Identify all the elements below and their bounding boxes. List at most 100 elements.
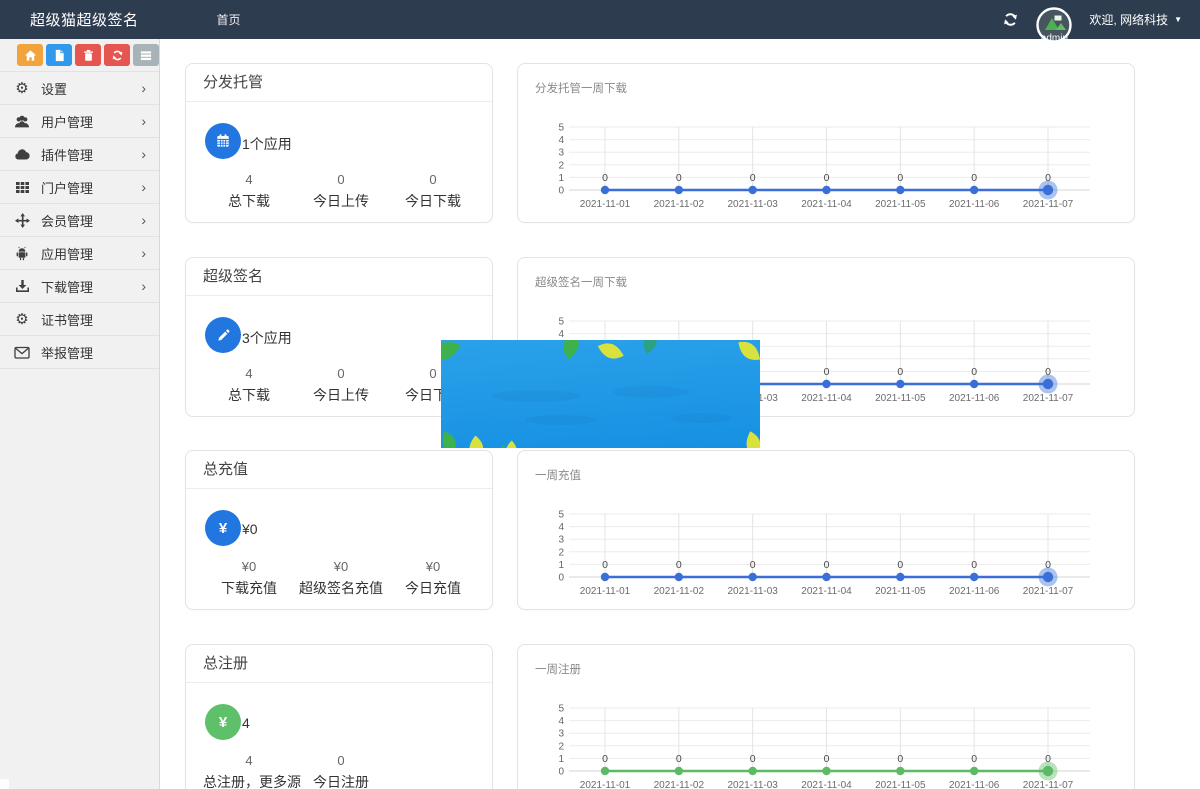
sidebar-item-member-mgmt[interactable]: 会员管理› [0,203,159,236]
toolbar-button-recycle[interactable] [104,44,130,66]
card-body: 1个应用 4总下载 0今日上传0今日下载 [186,102,492,223]
stat-value: ¥0 [387,559,479,574]
toolbar-button-trash[interactable] [75,44,101,66]
chart-title: 超级签名一周下载 [535,275,627,289]
sidebar-item-label: 应用管理 [41,244,93,263]
svg-text:0: 0 [1045,753,1051,765]
stat-column: 0今日下载 [387,172,479,211]
stat-label: 今日充值 [387,578,479,598]
card-body: ¥¥0¥0下载充值¥0超级签名充值¥0今日充值 [186,489,492,610]
svg-text:0: 0 [824,366,830,378]
sidebar-item-app-mgmt[interactable]: 应用管理 › [0,236,159,269]
cloud-icon [12,148,32,161]
stat-columns: ¥0下载充值¥0超级签名充值¥0今日充值 [203,559,479,598]
chevron-right-icon: › [141,81,146,95]
svg-text:2: 2 [558,741,564,752]
stat-value: 4 [203,366,295,381]
stat-columns: 4总下载 0今日上传0今日下载 [203,172,479,211]
svg-text:0: 0 [676,559,682,571]
svg-text:2021-11-05: 2021-11-05 [875,393,926,404]
svg-text:5: 5 [558,704,564,715]
sidebar-item-report-mgmt[interactable]: 举报管理 [0,335,159,369]
file-icon [53,49,66,62]
sidebar-menu: ⚙设置›用户管理›插件管理›门户管理›会员管理›应用管理›下载管理›⚙证书管理举… [0,71,159,369]
svg-text:0: 0 [971,172,977,184]
card-main-value: 1个应用 [242,134,292,154]
card-title: 超级签名 [186,258,492,296]
card-main-value: 4 [242,715,250,731]
stat-label: 今日注册 [295,772,387,789]
stat-label: 今日上传 [295,191,387,211]
svg-text:1: 1 [558,173,564,184]
toolbar-button-home[interactable] [17,44,43,66]
stat-label: 总下载 [203,385,295,405]
card-main-value: 3个应用 [242,328,292,348]
sidebar-item-plugin-mgmt[interactable]: 插件管理› [0,137,159,170]
svg-text:0: 0 [750,172,756,184]
welcome-text: 欢迎, 网络科技 [1089,11,1168,28]
toolbar-button-file[interactable] [46,44,72,66]
svg-text:0: 0 [558,767,564,778]
chart-plot[interactable]: 一周充值01234502021-11-0102021-11-0202021-11… [518,451,1134,609]
svg-text:0: 0 [676,172,682,184]
stat-card-distribution: 分发托管 1个应用 4总下载 0今日上传0今日下载 [185,63,493,223]
svg-text:0: 0 [824,753,830,765]
avatar[interactable]: admin [1035,6,1073,44]
svg-text:2021-11-05: 2021-11-05 [875,780,926,789]
svg-text:1: 1 [558,754,564,765]
grid-icon [12,180,32,195]
app-title[interactable]: 超级猫超级签名 [30,9,139,30]
navbar-right: admin 欢迎, 网络科技 ▼ [1002,0,1200,44]
svg-text:2021-11-01: 2021-11-01 [580,780,631,789]
svg-text:0: 0 [676,753,682,765]
svg-text:5: 5 [558,123,564,134]
toolbar-button-list[interactable] [133,44,159,66]
card-body: ¥44总注册，更多源0今日注册 [186,683,492,789]
card-title: 总注册 [186,645,492,683]
svg-text:0: 0 [558,573,564,584]
trash-icon [82,49,95,62]
svg-text:0: 0 [750,559,756,571]
svg-text:0: 0 [750,753,756,765]
svg-text:2021-11-07: 2021-11-07 [1023,586,1074,597]
svg-text:2021-11-03: 2021-11-03 [727,586,778,597]
card-title: 分发托管 [186,64,492,102]
stat-value: ¥0 [203,559,295,574]
svg-text:0: 0 [897,366,903,378]
chart-plot[interactable]: 分发托管一周下载01234502021-11-0102021-11-020202… [518,64,1134,222]
sidebar-item-settings[interactable]: ⚙设置› [0,71,159,104]
svg-text:2021-11-06: 2021-11-06 [949,199,1000,210]
stat-column: ¥0 今日充值 [387,559,479,598]
chevron-right-icon: › [141,246,146,260]
svg-text:3: 3 [558,535,564,546]
svg-text:2: 2 [558,547,564,558]
stat-columns: 4总注册，更多源0今日注册 [203,753,387,789]
nav-home[interactable]: 首页 [217,11,241,28]
svg-text:2021-11-06: 2021-11-06 [949,586,1000,597]
sidebar-item-user-mgmt[interactable]: 用户管理› [0,104,159,137]
svg-text:2021-11-01: 2021-11-01 [580,199,631,210]
dashboard-row-recharge: 总充值¥¥0¥0下载充值¥0超级签名充值¥0今日充值一周充值0123450202… [185,450,1135,610]
svg-text:2021-11-02: 2021-11-02 [654,199,705,210]
sidebar-item-label: 下载管理 [41,277,93,296]
gear-icon: ⚙ [12,312,32,327]
svg-text:0: 0 [1045,366,1051,378]
gears-icon: ⚙ [12,81,32,96]
sidebar-item-cert-mgmt[interactable]: ⚙证书管理 [0,302,159,335]
user-menu[interactable]: 欢迎, 网络科技 ▼ [1089,11,1182,28]
stat-value: 0 [387,172,479,187]
stat-value: 4 [203,753,295,768]
card-title: 总充值 [186,451,492,489]
stat-value: 4 [203,172,295,187]
svg-text:2021-11-05: 2021-11-05 [875,199,926,210]
stat-column: 0今日注册 [295,753,387,789]
sidebar-item-portal-mgmt[interactable]: 门户管理› [0,170,159,203]
recycle-icon [111,49,124,62]
stat-column: 4总下载 [203,172,295,211]
refresh-icon[interactable] [1002,11,1019,28]
scrollbar-corner [0,779,9,789]
chart-plot[interactable]: 一周注册01234502021-11-0102021-11-0202021-11… [518,645,1134,789]
move-icon [12,213,32,228]
watermark-overlay-image [441,340,760,448]
sidebar-item-download-mgmt[interactable]: 下载管理› [0,269,159,302]
